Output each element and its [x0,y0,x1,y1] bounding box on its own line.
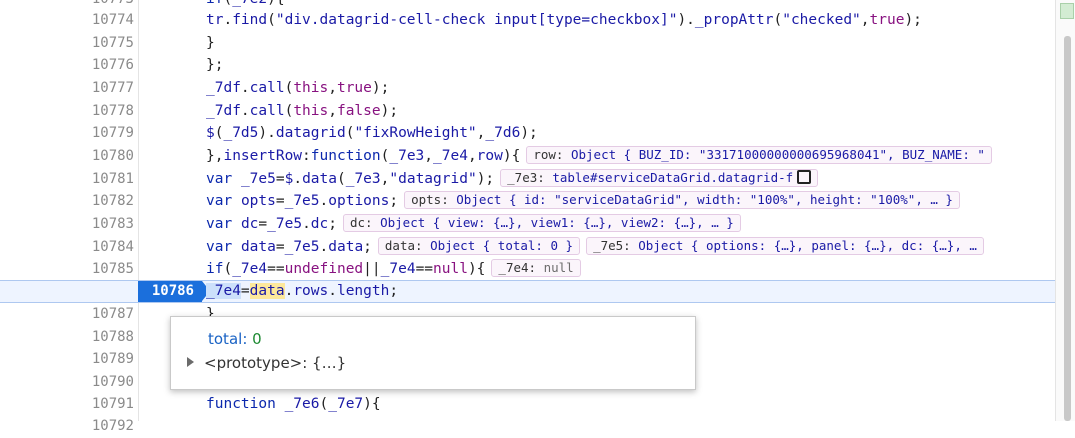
property-value: 0 [252,330,262,348]
code-line[interactable]: 10779 $(_7d5).datagrid("fixRowHeight",_7… [0,122,1055,145]
line-number[interactable]: 10782 [0,190,134,213]
line-number[interactable]: 10792 [0,415,134,438]
inline-value-row[interactable]: row: Object { BUZ_ID: "33171000000000695… [526,146,992,164]
line-number[interactable]: 10787 [0,303,134,326]
scroll-marker [1060,3,1074,19]
variable-preview-popup[interactable]: total: 0 <prototype>: {…} [170,316,696,390]
line-number[interactable]: 10789 [0,348,134,371]
code-line[interactable]: 10776 }; [0,54,1055,77]
code-text: if(_7e4==undefined||_7e4==null){_7e4: nu… [206,258,581,281]
inline-value-data[interactable]: data: Object { total: 0 } [377,237,581,255]
code-line[interactable]: 10781 var _7e5=$.data(_7e3,"datagrid"); _… [0,168,1055,191]
line-number[interactable]: 10780 [0,145,134,168]
inline-value-7e5[interactable]: _7e5: Object { options: {…}, panel: {…},… [586,237,984,255]
code-line[interactable]: 10774 tr.find("div.datagrid-cell-check i… [0,9,1055,32]
line-number[interactable]: 10784 [0,236,134,259]
code-text: _7df.call(this,false); [206,103,399,119]
line-number[interactable]: 10775 [0,32,134,55]
code-line[interactable]: 10780 },insertRow:function(_7e3,_7e4,row… [0,145,1055,168]
line-number[interactable]: 10785 [0,258,134,281]
inline-value-7e4[interactable]: _7e4: null [491,259,581,277]
inline-value-7e3[interactable]: _7e3: table#serviceDataGrid.datagrid-f [500,169,819,187]
code-text: _7e4=data.rows.length; [206,283,399,299]
code-line[interactable]: 10782 var opts=_7e5.options; opts: Object… [0,190,1055,213]
scrollbar-thumb[interactable] [1064,36,1071,421]
code-text: var dc=_7e5.dc; dc: Object { view: {…}, v… [206,213,741,236]
code-text: $(_7d5).datagrid("fixRowHeight",_7d6); [206,125,538,141]
line-number[interactable]: 10781 [0,168,134,191]
code-text: _7df.call(this,true); [206,80,390,96]
inline-value-opts[interactable]: opts: Object { id: "serviceDataGrid", wi… [404,191,960,209]
prototype-label: <prototype>: {…} [204,354,347,372]
property-key: total [208,330,243,348]
inline-value-dc[interactable]: dc: Object { view: {…}, view1: {…}, view… [343,214,741,232]
code-line[interactable]: 10778 _7df.call(this,false); [0,100,1055,123]
code-line[interactable]: 10775 } [0,32,1055,55]
code-line[interactable]: 10784 var data=_7e5.data; data: Object { … [0,236,1055,259]
code-text: },insertRow:function(_7e3,_7e4,row){row:… [206,145,992,168]
code-text: function _7e6(_7e7){ [206,396,381,412]
code-line[interactable]: 10792 [0,415,1055,438]
line-number[interactable]: 10790 [0,371,134,394]
line-number[interactable]: 10778 [0,100,134,123]
line-number[interactable]: 10783 [0,213,134,236]
popup-prototype-row[interactable]: <prototype>: {…} [187,354,346,372]
code-text: var opts=_7e5.options; opts: Object { id:… [206,190,960,213]
line-number[interactable]: 10777 [0,77,134,100]
code-text: var data=_7e5.data; data: Object { total:… [206,236,984,259]
line-number[interactable]: 10776 [0,54,134,77]
code-line-current[interactable]: _7e4=data.rows.length; [0,280,1055,303]
code-line[interactable]: 10791 function _7e6(_7e7){ [0,393,1055,416]
code-text: tr.find("div.datagrid-cell-check input[t… [206,12,922,28]
code-text: } [206,35,215,51]
code-line[interactable]: 10777 _7df.call(this,true); [0,77,1055,100]
expand-triangle-icon[interactable] [187,357,194,367]
line-number[interactable]: 10788 [0,326,134,349]
line-number[interactable]: 10779 [0,122,134,145]
code-line[interactable]: 10783 var dc=_7e5.dc; dc: Object { view: … [0,213,1055,236]
popup-property-total[interactable]: total: 0 [208,330,262,348]
line-number[interactable]: 10791 [0,393,134,416]
code-text: var _7e5=$.data(_7e3,"datagrid"); _7e3: t… [206,168,819,191]
code-text: }; [206,57,224,73]
code-line[interactable]: 10785 if(_7e4==undefined||_7e4==null){_7… [0,258,1055,281]
select-element-icon[interactable] [797,170,812,184]
line-number[interactable]: 10774 [0,9,134,32]
